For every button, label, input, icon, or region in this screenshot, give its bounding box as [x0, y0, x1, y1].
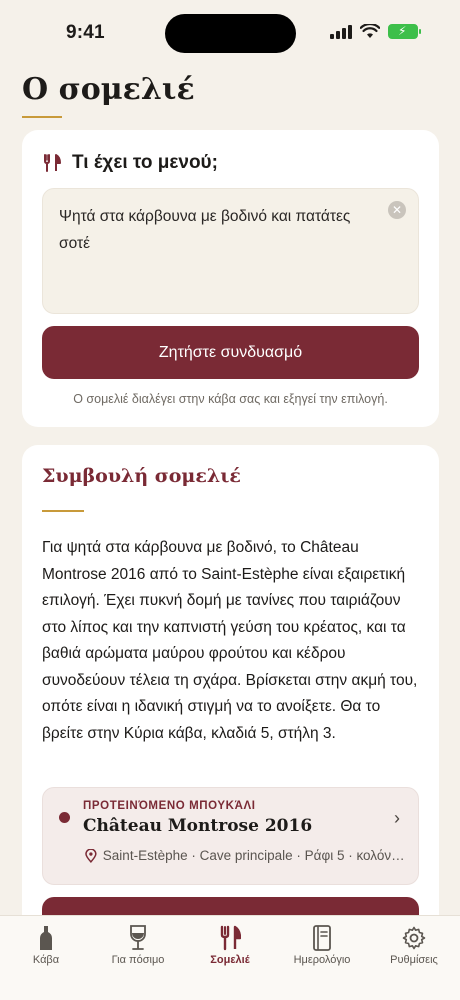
tab-label: Για πόσιμο — [111, 954, 165, 966]
suggested-wine-label: ΠΡΟΤΕΙΝΌΜΕΝΟ ΜΠΟΥΚΆΛΙ — [83, 800, 256, 812]
tab-cellar[interactable]: Κάβα — [0, 916, 92, 1000]
utensils-icon — [220, 925, 241, 951]
page-title: Ο σομελιέ — [22, 72, 195, 107]
suggested-wine-location-text: Saint-Estèphe · Cave principale · Ράφι 5… — [102, 848, 405, 863]
status-icons: ⚡ — [330, 24, 421, 39]
suggested-wine-name: Château Montrose 2016 — [83, 816, 313, 836]
suggested-wine-location: Saint-Estèphe · Cave principale · Ράφι 5… — [85, 848, 405, 863]
tab-sommelier[interactable]: Σομελιέ — [184, 916, 276, 1000]
tab-settings[interactable]: Ρυθμίσεις — [368, 916, 460, 1000]
wine-glass-icon — [130, 925, 146, 950]
journal-icon — [313, 925, 331, 951]
helper-text: Ο σομελιέ διαλέγει στην κάβα σας και εξη… — [73, 392, 388, 406]
bottle-icon — [40, 926, 52, 950]
menu-input-value: Ψητά στα κάρβουνα με βοδινό και πατάτες … — [59, 208, 351, 252]
menu-card: Τι έχει το μενού; Ψητά στα κάρβουνα με β… — [22, 130, 439, 427]
utensils-icon — [44, 154, 61, 172]
advice-title: Συμβουλή σομελιέ — [42, 465, 241, 487]
status-bar: 9:41 ⚡ — [0, 0, 460, 66]
request-pairing-button[interactable]: Ζητήστε συνδυασμό — [42, 326, 419, 379]
advice-body: Για ψητά στα κάρβουνα με βοδινό, το Chât… — [42, 539, 418, 742]
advice-card: Συμβουλή σομελιέ Για ψητά στα κάρβουνα μ… — [22, 445, 439, 915]
cellular-signal-icon — [330, 24, 352, 39]
open-bottle-button[interactable] — [42, 897, 419, 915]
title-underline — [22, 116, 62, 118]
menu-heading: Τι έχει το μενού; — [42, 152, 218, 174]
tab-label: Ημερολόγιο — [293, 954, 351, 966]
tab-journal[interactable]: Ημερολόγιο — [276, 916, 368, 1000]
tab-label: Ρυθμίσεις — [390, 954, 438, 966]
location-pin-icon — [85, 848, 97, 863]
wine-dot-icon — [59, 812, 70, 823]
tab-label: Σομελιέ — [210, 954, 250, 966]
advice-underline — [42, 510, 84, 512]
suggested-wine-card[interactable]: ΠΡΟΤΕΙΝΌΜΕΝΟ ΜΠΟΥΚΆΛΙ Château Montrose 2… — [42, 787, 419, 885]
gear-icon — [402, 926, 426, 950]
chevron-right-icon: › — [394, 808, 400, 828]
clear-icon[interactable]: ✕ — [388, 201, 406, 219]
menu-heading-text: Τι έχει το μενού; — [72, 152, 218, 173]
battery-icon: ⚡ — [388, 24, 421, 39]
dynamic-island — [165, 14, 296, 53]
tab-bar: Κάβα Για πόσιμο Σομελιέ Ημερολόγιο Ρυθμί… — [0, 915, 460, 1000]
status-time: 9:41 — [66, 22, 105, 43]
wifi-icon — [360, 24, 380, 38]
menu-input[interactable]: Ψητά στα κάρβουνα με βοδινό και πατάτες … — [42, 188, 419, 314]
tab-ready-to-drink[interactable]: Για πόσιμο — [92, 916, 184, 1000]
tab-label: Κάβα — [32, 954, 60, 966]
